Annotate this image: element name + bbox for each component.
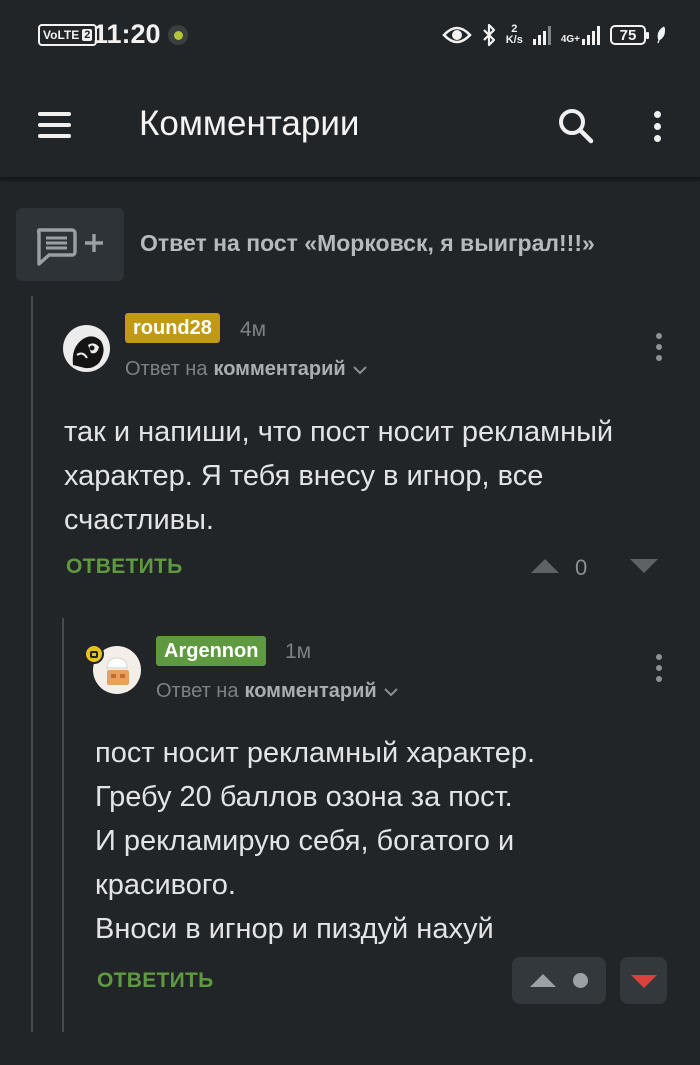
reply-button[interactable]: ОТВЕТИТЬ (66, 555, 183, 579)
reply-prefix: Ответ на (156, 680, 239, 702)
more-vert-icon[interactable] (646, 106, 668, 146)
reply-target: комментарий (213, 358, 346, 380)
comment-more-icon[interactable] (651, 651, 667, 685)
eye-icon (441, 26, 472, 44)
battery-level: 75 (619, 26, 637, 44)
reply-to-link[interactable]: Ответ на комментарий (156, 680, 399, 703)
network-speed: 2 K/s (506, 24, 523, 46)
comment-line: И рекламирую себя, богатого и (95, 825, 515, 857)
volte-label: VoLTE (43, 28, 80, 42)
comment-line: Вноси в игнор и пиздуй нахуй (95, 913, 494, 945)
avatar[interactable] (63, 325, 110, 372)
user-status-icon (84, 644, 104, 664)
comment-time: 1м (285, 640, 312, 663)
app-notification-icon (168, 25, 188, 45)
speed-unit: K/s (505, 34, 523, 46)
comment-line: счастливы. (64, 504, 214, 536)
chevron-down-icon (352, 365, 367, 374)
network-type: 4G+ (560, 34, 580, 45)
charging-leaf-icon (657, 26, 666, 44)
comment-time: 4м (240, 318, 267, 341)
comment-line: пост носит рекламный характер. (95, 737, 536, 769)
search-icon (559, 109, 594, 144)
upvote-icon[interactable] (528, 972, 558, 989)
downvote-icon[interactable] (629, 973, 659, 990)
downvote-icon[interactable] (628, 557, 660, 575)
rating-count: 0 (575, 555, 588, 580)
thread-line-level-2 (62, 618, 64, 1032)
status-icons: 2 K/s 4G+ 75 (441, 20, 666, 50)
reply-prefix: Ответ на (125, 358, 208, 380)
page-title: Комментарии (139, 104, 360, 143)
reply-target: комментарий (244, 680, 377, 702)
downvote-button[interactable] (620, 957, 667, 1004)
reply-to-link[interactable]: Ответ на комментарий (125, 358, 368, 381)
menu-button[interactable] (38, 112, 72, 140)
add-comment-icon (36, 228, 103, 266)
add-comment-button[interactable] (16, 208, 124, 281)
comment-text: так и напиши, что пост носит рекламный х… (64, 410, 613, 542)
comment-line: красивого. (95, 869, 236, 901)
rating-hidden-dot (573, 973, 588, 988)
username[interactable]: Argennon (156, 636, 267, 666)
top-app-bar: Комментарии (0, 70, 700, 179)
thread-line-level-1 (31, 296, 33, 1032)
post-reply-header[interactable]: Ответ на пост «Морковск, я выиграл!!!» (16, 208, 676, 281)
volte-indicator: VoLTE 2 (38, 24, 98, 46)
upvote-icon[interactable] (529, 557, 561, 575)
comment-more-icon[interactable] (651, 330, 667, 364)
status-bar: VoLTE 2 11:20 2 K/s 4G+ 75 (0, 0, 700, 70)
reply-button[interactable]: ОТВЕТИТЬ (97, 969, 214, 993)
post-reply-title[interactable]: Ответ на пост «Морковск, я выиграл!!!» (140, 230, 595, 257)
chevron-down-icon (383, 687, 398, 696)
signal-sim2-icon: 4G+ (561, 25, 600, 45)
user-avatar-image (72, 336, 104, 369)
comment-text: пост носит рекламный характер. Гребу 20 … (95, 731, 535, 951)
sim-number: 2 (82, 29, 93, 41)
signal-sim1-icon (532, 25, 551, 45)
comment-line: характер. Я тебя внесу в игнор, все (64, 460, 544, 492)
comment-line: Гребу 20 баллов озона за пост. (95, 781, 513, 813)
bluetooth-icon (482, 23, 495, 47)
battery-icon: 75 (610, 25, 649, 45)
comment-line: так и напиши, что пост носит рекламный (64, 416, 614, 448)
username[interactable]: round28 (125, 313, 220, 343)
search-button[interactable] (556, 106, 596, 146)
clock: 11:20 (93, 19, 161, 49)
vote-pill (512, 957, 606, 1004)
